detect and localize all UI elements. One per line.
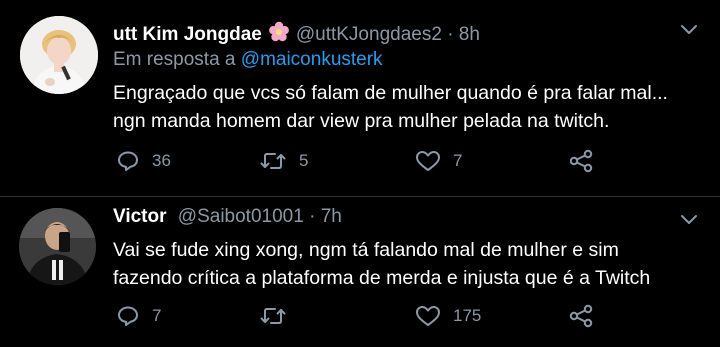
heart-icon: [415, 149, 441, 173]
tweet-text-line: Vai se fude xing xong, ngm tá falando ma…: [113, 239, 619, 261]
avatar[interactable]: [20, 16, 98, 94]
reply-button[interactable]: 7: [116, 303, 161, 329]
flower-icon: [268, 21, 290, 49]
display-name[interactable]: Victor: [113, 206, 167, 227]
tweet-text-line: Engraçado que vcs só falam de mulher qua…: [113, 82, 668, 104]
retweet-icon: [259, 304, 287, 328]
like-count: 7: [453, 151, 463, 170]
avatar[interactable]: [19, 208, 96, 285]
tweet-text-line: ngn manda homem dar view pra mulher pela…: [113, 110, 610, 132]
retweet-button[interactable]: 5: [259, 148, 308, 174]
reply-icon: [116, 304, 140, 328]
retweet-count: 5: [299, 151, 309, 170]
timestamp[interactable]: 7h: [321, 206, 342, 227]
reply-count: 36: [152, 151, 171, 170]
tweet[interactable]: Victor @Saibot01001 · 7h Vai se fude xin…: [0, 196, 720, 347]
separator-dot: ·: [447, 24, 454, 45]
tweet-header: Victor @Saibot01001 · 7h: [113, 206, 342, 228]
separator-dot: ·: [309, 206, 316, 227]
user-handle[interactable]: @Saibot01001: [178, 206, 304, 227]
like-button[interactable]: 175: [415, 303, 481, 329]
reply-prefix: Em resposta a: [113, 49, 236, 70]
tweet[interactable]: utt Kim Jongdae @uttKJongdaes2 · 8h Em r…: [0, 0, 720, 196]
like-button[interactable]: 7: [415, 148, 462, 174]
timestamp[interactable]: 8h: [459, 24, 480, 45]
chevron-down-icon[interactable]: [679, 22, 699, 36]
chevron-down-icon[interactable]: [679, 212, 699, 226]
share-button[interactable]: [568, 303, 594, 329]
share-icon: [568, 304, 594, 328]
tweet-text: Engraçado que vcs só falam de mulher qua…: [113, 79, 668, 135]
reply-context: Em resposta a @maiconkusterk: [113, 49, 383, 71]
share-icon: [568, 149, 594, 173]
retweet-button[interactable]: [259, 303, 299, 329]
tweet-text: Vai se fude xing xong, ngm tá falando ma…: [113, 236, 650, 292]
reply-button[interactable]: 36: [116, 148, 171, 174]
user-handle[interactable]: @uttKJongdaes2: [296, 24, 442, 45]
tweet-header: utt Kim Jongdae @uttKJongdaes2 · 8h: [113, 21, 480, 49]
like-count: 175: [453, 306, 482, 325]
reply-mention-link[interactable]: @maiconkusterk: [241, 49, 383, 70]
reply-count: 7: [152, 306, 162, 325]
retweet-icon: [259, 149, 287, 173]
share-button[interactable]: [568, 148, 594, 174]
reply-icon: [116, 149, 140, 173]
tweet-text-line: fazendo crítica a plataforma de merda e …: [113, 267, 651, 289]
heart-icon: [415, 304, 441, 328]
display-name[interactable]: utt Kim Jongdae: [113, 24, 262, 45]
